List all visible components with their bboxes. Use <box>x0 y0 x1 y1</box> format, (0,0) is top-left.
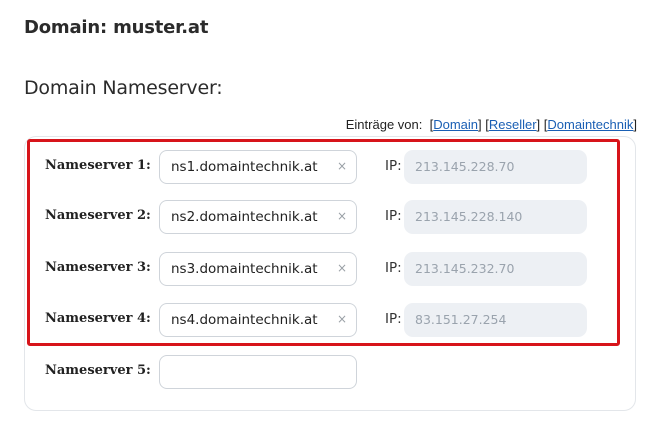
ip-3-label: IP: <box>385 260 402 276</box>
ip-1-field[interactable]: 213.145.228.70 <box>404 150 587 184</box>
page-title: Domain: muster.at <box>24 17 208 38</box>
ip-3-field[interactable]: 213.145.232.70 <box>404 252 587 286</box>
nameserver-row-5: Nameserver 5: <box>0 355 646 389</box>
domain-label: Domain: <box>24 17 107 38</box>
link-domain[interactable]: Domain <box>433 117 478 132</box>
nameserver-2-value: ns2.domaintechnik.at <box>171 209 318 225</box>
link-domaintechnik[interactable]: Domaintechnik <box>547 117 633 132</box>
ip-4-value: 83.151.27.254 <box>415 312 507 327</box>
nameserver-4-value: ns4.domaintechnik.at <box>171 312 318 328</box>
nameserver-1-label: Nameserver 1: <box>45 158 151 173</box>
nameserver-5-input[interactable] <box>159 355 357 389</box>
nameserver-4-label: Nameserver 4: <box>45 311 151 326</box>
nameserver-2-input[interactable]: ns2.domaintechnik.at × <box>159 200 357 234</box>
clear-icon[interactable]: × <box>337 159 347 173</box>
nameserver-2-label: Nameserver 2: <box>45 208 151 223</box>
section-title: Domain Nameserver: <box>24 77 223 99</box>
ip-3-value: 213.145.232.70 <box>415 261 515 276</box>
ip-1-value: 213.145.228.70 <box>415 159 515 174</box>
nameserver-3-label: Nameserver 3: <box>45 260 151 275</box>
entries-line: Einträge von: [Domain] [Reseller] [Domai… <box>345 117 637 132</box>
nameserver-3-input[interactable]: ns3.domaintechnik.at × <box>159 252 357 286</box>
nameserver-1-value: ns1.domaintechnik.at <box>171 159 318 175</box>
clear-icon[interactable]: × <box>337 209 347 223</box>
clear-icon[interactable]: × <box>337 261 347 275</box>
nameserver-row-2: Nameserver 2: ns2.domaintechnik.at × IP:… <box>0 200 646 234</box>
nameserver-row-3: Nameserver 3: ns3.domaintechnik.at × IP:… <box>0 252 646 286</box>
ip-4-field[interactable]: 83.151.27.254 <box>404 303 587 337</box>
nameserver-1-input[interactable]: ns1.domaintechnik.at × <box>159 150 357 184</box>
ip-2-label: IP: <box>385 208 402 224</box>
domain-name: muster.at <box>113 17 209 38</box>
ip-1-label: IP: <box>385 158 402 174</box>
ip-2-value: 213.145.228.140 <box>415 209 523 224</box>
nameserver-row-4: Nameserver 4: ns4.domaintechnik.at × IP:… <box>0 303 646 337</box>
nameserver-4-input[interactable]: ns4.domaintechnik.at × <box>159 303 357 337</box>
nameserver-row-1: Nameserver 1: ns1.domaintechnik.at × IP:… <box>0 150 646 184</box>
entries-label: Einträge von: <box>345 117 423 132</box>
nameserver-3-value: ns3.domaintechnik.at <box>171 261 318 277</box>
nameserver-5-label: Nameserver 5: <box>45 363 151 378</box>
link-reseller[interactable]: Reseller <box>489 117 537 132</box>
ip-2-field[interactable]: 213.145.228.140 <box>404 200 587 234</box>
ip-4-label: IP: <box>385 311 402 327</box>
clear-icon[interactable]: × <box>337 312 347 326</box>
